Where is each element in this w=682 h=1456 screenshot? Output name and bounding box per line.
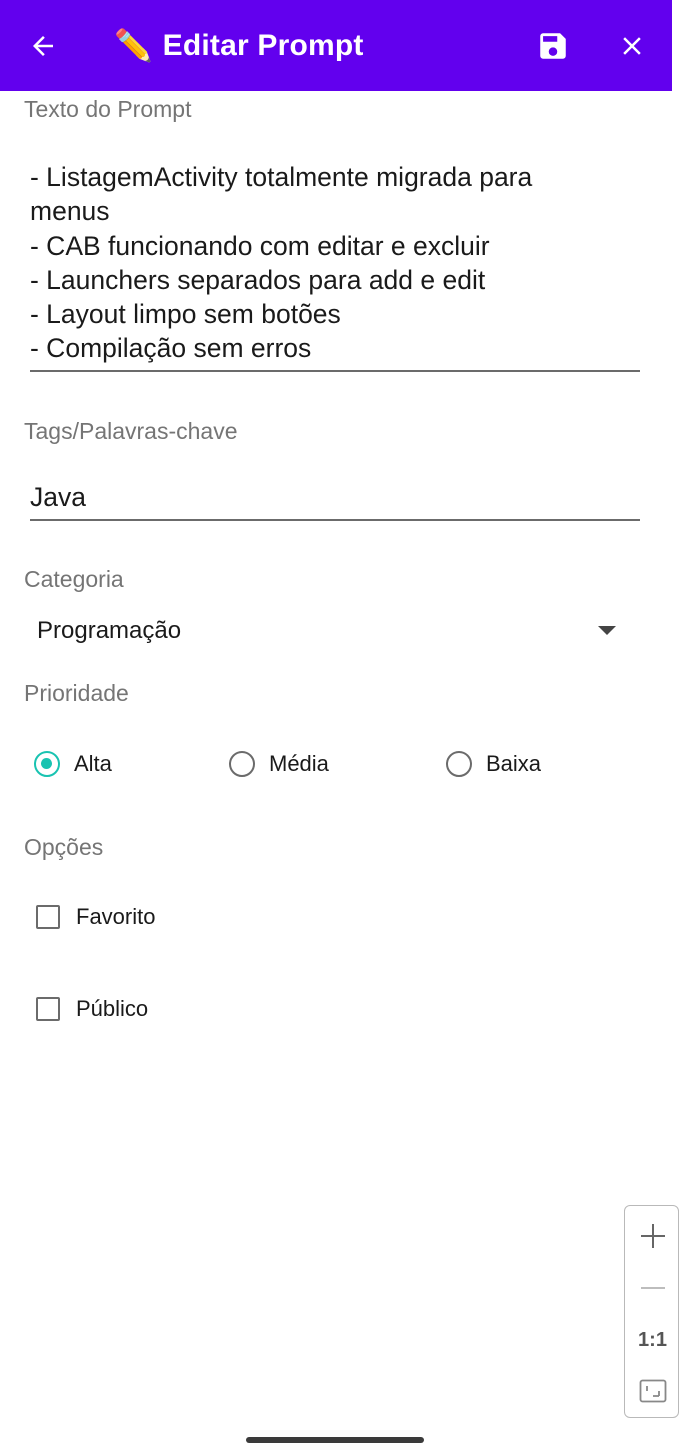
- tags-input[interactable]: Java: [30, 482, 86, 513]
- zoom-fit-button[interactable]: [625, 1374, 680, 1408]
- page-title: Editar Prompt: [162, 28, 364, 62]
- zoom-in-button[interactable]: [625, 1216, 680, 1256]
- prompt-line: menus: [30, 196, 110, 227]
- options-label: Opções: [24, 834, 104, 860]
- navigation-handle[interactable]: [246, 1437, 424, 1443]
- prompt-line: - ListagemActivity totalmente migrada pa…: [30, 162, 533, 192]
- dropdown-arrow-icon: [598, 626, 616, 635]
- priority-radio-media[interactable]: Média: [229, 744, 329, 784]
- prompt-line: - Compilação sem erros: [30, 333, 312, 364]
- toolbar-title-group: ✏️ Editar Prompt: [114, 0, 364, 91]
- minus-icon: [640, 1287, 665, 1289]
- pencil-icon: ✏️: [114, 28, 153, 63]
- app-toolbar: ✏️ Editar Prompt: [0, 0, 672, 91]
- priority-label: Prioridade: [24, 680, 129, 706]
- favorite-checkbox[interactable]: Favorito: [36, 900, 155, 934]
- category-dropdown[interactable]: Programação: [24, 606, 634, 656]
- radio-label: Alta: [74, 751, 112, 776]
- floppy-disk-icon: [540, 32, 566, 59]
- prompt-line: - Launchers separados para add e edit: [30, 264, 486, 295]
- radio-unchecked-icon: [446, 751, 472, 777]
- radio-label: Baixa: [486, 751, 542, 776]
- zoom-out-button[interactable]: [625, 1268, 680, 1308]
- close-icon: [623, 36, 641, 55]
- back-button[interactable]: [18, 0, 68, 91]
- radio-unchecked-icon: [229, 751, 255, 777]
- priority-radio-baixa[interactable]: Baixa: [446, 744, 541, 784]
- tags-label: Tags/Palavras-chave: [24, 418, 238, 444]
- radio-checked-icon: [34, 751, 60, 777]
- public-checkbox[interactable]: Público: [36, 992, 148, 1026]
- close-button[interactable]: [607, 0, 657, 91]
- prompt-line: - Layout limpo sem botões: [30, 299, 341, 330]
- prompt-text-input[interactable]: - ListagemActivity totalmente migrada pa…: [30, 160, 640, 366]
- prompt-line: - CAB funcionando com editar e excluir: [30, 230, 490, 261]
- checkbox-unchecked-icon: [36, 997, 60, 1021]
- tags-input-underline: [30, 519, 640, 521]
- checkbox-label: Público: [76, 996, 149, 1021]
- category-label: Categoria: [24, 566, 124, 592]
- prompt-input-underline: [30, 370, 640, 372]
- prompt-label: Texto do Prompt: [24, 96, 192, 122]
- plus-icon: [640, 1224, 665, 1248]
- category-selected-value: Programação: [37, 617, 182, 644]
- priority-radio-alta[interactable]: Alta: [34, 744, 112, 784]
- checkbox-unchecked-icon: [36, 905, 60, 929]
- checkbox-label: Favorito: [76, 904, 156, 929]
- zoom-controls: 1:1: [624, 1205, 679, 1418]
- arrow-left-icon: [33, 35, 53, 56]
- save-button[interactable]: [528, 0, 578, 91]
- zoom-reset-button[interactable]: 1:1: [625, 1323, 680, 1357]
- fit-screen-icon: [639, 1379, 666, 1403]
- radio-label: Média: [269, 751, 329, 776]
